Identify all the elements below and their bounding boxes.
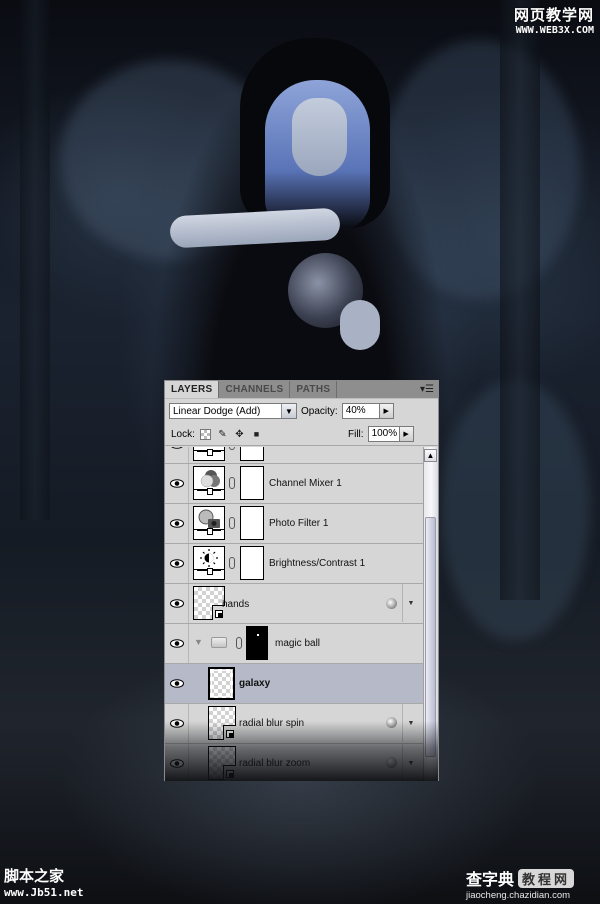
- eye-icon[interactable]: [168, 634, 186, 652]
- layer-row[interactable]: Brightness/Contrast 1: [165, 544, 423, 584]
- layer-row[interactable]: radial blur zoom ▼: [165, 744, 423, 781]
- watermark-tag: 教程网: [518, 868, 575, 888]
- layer-thumbnail: [208, 667, 235, 700]
- chevron-down-icon[interactable]: ▼: [281, 404, 296, 418]
- scroll-up-button[interactable]: ▲: [424, 449, 437, 462]
- eye-icon[interactable]: [168, 674, 186, 692]
- layer-mask-thumbnail[interactable]: [240, 447, 264, 461]
- layer-name: radial blur spin: [239, 718, 305, 729]
- layer-group-row[interactable]: ▼ magic ball: [165, 624, 423, 664]
- lock-image-icon[interactable]: ✎: [217, 429, 228, 440]
- blend-mode-value: Linear Dodge (Add): [173, 405, 261, 417]
- channel-mixer-icon: [193, 466, 225, 500]
- watermark-text: 网页教学网: [513, 6, 594, 24]
- smart-object-icon: [226, 770, 234, 778]
- watermark-url: jiaocheng.chazidian.com: [466, 890, 571, 901]
- group-expand-triangle[interactable]: ▼: [194, 637, 203, 647]
- fill-slider-toggle[interactable]: ▶: [399, 426, 414, 442]
- layer-effects-icon[interactable]: [386, 757, 397, 768]
- watermark-text: 查字典: [466, 870, 515, 889]
- layer-name: hands: [222, 599, 250, 610]
- expand-effects-arrow[interactable]: ▼: [402, 744, 419, 781]
- smart-object-thumbnail: [193, 586, 225, 620]
- photo-filter-icon: [193, 506, 225, 540]
- eye-icon[interactable]: [168, 554, 186, 572]
- layer-row[interactable]: hands ▼: [165, 584, 423, 624]
- blend-opacity-row: Linear Dodge (Add) ▼ Opacity: 40% ▶: [165, 399, 438, 423]
- lock-position-icon[interactable]: ✥: [234, 429, 245, 440]
- link-icon[interactable]: [229, 517, 235, 529]
- smart-object-icon: [226, 730, 234, 738]
- expand-effects-arrow[interactable]: ▼: [402, 584, 419, 622]
- smart-object-thumbnail: [208, 746, 236, 780]
- panel-tabs: LAYERS CHANNELS PATHS ▾☰: [165, 381, 438, 399]
- eye-icon[interactable]: [168, 514, 186, 532]
- expand-effects-arrow[interactable]: ▼: [402, 704, 419, 742]
- tab-paths[interactable]: PATHS: [290, 381, 338, 398]
- layer-effects-icon[interactable]: [386, 598, 397, 609]
- layer-row[interactable]: Channel Mixer 1: [165, 464, 423, 504]
- brightness-contrast-icon: [193, 546, 225, 580]
- layer-name: Channel Mixer 1: [269, 478, 342, 489]
- layer-name: Color Balance 1: [269, 447, 340, 449]
- face: [292, 98, 347, 176]
- watermark-top-right: 网页教学网 WWW.WEB3X.COM: [514, 4, 594, 36]
- opacity-label: Opacity:: [301, 405, 338, 417]
- hand: [340, 300, 380, 350]
- watermark-url: www.Jb51.net: [4, 886, 84, 899]
- scrollbar-thumb[interactable]: [425, 517, 436, 757]
- layers-scrollbar[interactable]: ▲: [423, 447, 438, 781]
- layer-row-selected[interactable]: galaxy: [165, 664, 423, 704]
- watermark-url: WWW.WEB3X.COM: [515, 25, 594, 36]
- layer-effects-icon[interactable]: [386, 717, 397, 728]
- layer-name: magic ball: [275, 638, 321, 649]
- layers-panel: LAYERS CHANNELS PATHS ▾☰ Linear Dodge (A…: [164, 380, 439, 781]
- smart-object-thumbnail: [208, 706, 236, 740]
- layer-name: Brightness/Contrast 1: [269, 558, 366, 569]
- layer-row[interactable]: Photo Filter 1: [165, 504, 423, 544]
- opacity-slider-toggle[interactable]: ▶: [379, 403, 394, 419]
- link-icon[interactable]: [229, 477, 235, 489]
- panel-menu-icon[interactable]: ▾☰: [420, 384, 434, 395]
- tree-trunk-left: [20, 0, 50, 520]
- group-mask-thumbnail[interactable]: [246, 626, 268, 660]
- eye-icon[interactable]: [168, 447, 186, 453]
- watermark-bottom-right: 查字典 教程网 jiaocheng.chazidian.com: [466, 866, 575, 901]
- layer-mask-thumbnail[interactable]: [240, 546, 264, 580]
- link-icon[interactable]: [229, 557, 235, 569]
- link-icon[interactable]: [229, 447, 235, 450]
- watermark-text: 脚本之家: [4, 867, 65, 885]
- layer-row[interactable]: radial blur spin ▼: [165, 704, 423, 744]
- layer-row[interactable]: Color Balance 1: [165, 447, 423, 464]
- smart-object-icon: [215, 610, 223, 618]
- color-balance-icon: [193, 447, 225, 461]
- opacity-field[interactable]: 40% ▶: [341, 403, 394, 419]
- lock-transparent-icon[interactable]: [199, 428, 211, 440]
- fill-label: Fill:: [348, 428, 364, 440]
- eye-icon[interactable]: [168, 474, 186, 492]
- blend-mode-select[interactable]: Linear Dodge (Add) ▼: [169, 403, 297, 419]
- fill-input[interactable]: 100%: [367, 426, 400, 442]
- eye-icon[interactable]: [168, 594, 186, 612]
- eye-icon[interactable]: [168, 754, 186, 772]
- link-icon[interactable]: [236, 637, 242, 649]
- layers-list: Color Balance 1 Channel Mixer 1 Photo Fi…: [165, 447, 423, 781]
- lock-label: Lock:: [171, 428, 195, 440]
- lock-fill-row: Lock: ✎ ✥ ■ Fill: 100% ▶: [165, 423, 438, 446]
- layer-name: Photo Filter 1: [269, 518, 329, 529]
- eye-icon[interactable]: [168, 714, 186, 732]
- tab-channels[interactable]: CHANNELS: [219, 381, 291, 398]
- watermark-bottom-left: 脚本之家 www.Jb51.net: [4, 865, 83, 899]
- opacity-input[interactable]: 40%: [341, 403, 380, 419]
- layer-mask-thumbnail[interactable]: [240, 466, 264, 500]
- fill-field[interactable]: 100% ▶: [367, 426, 414, 442]
- folder-icon: [211, 637, 227, 648]
- layer-name: radial blur zoom: [239, 758, 311, 769]
- lock-all-icon[interactable]: ■: [251, 429, 262, 440]
- layer-name: galaxy: [239, 678, 271, 689]
- tree-trunk: [500, 0, 540, 600]
- layer-mask-thumbnail[interactable]: [240, 506, 264, 540]
- tab-layers[interactable]: LAYERS: [165, 381, 220, 398]
